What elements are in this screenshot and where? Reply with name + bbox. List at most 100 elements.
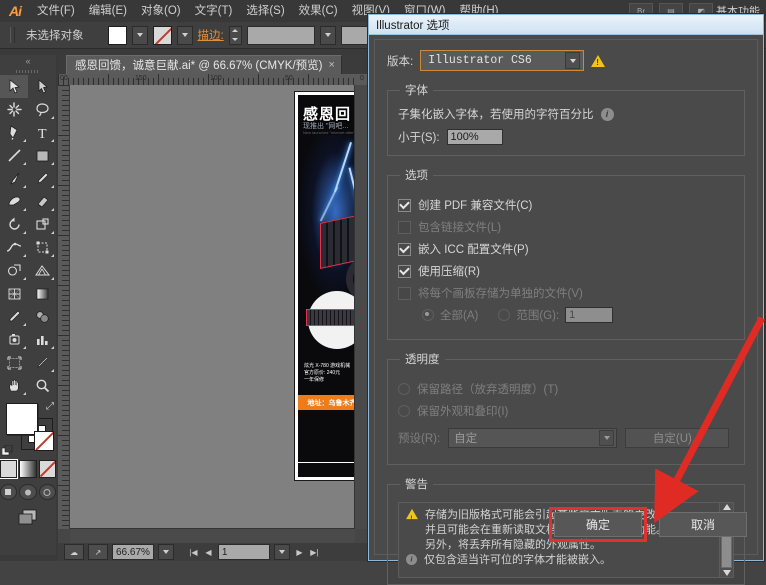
menu-type[interactable]: 文字(T) <box>188 0 240 22</box>
free-transform-tool[interactable] <box>28 236 56 259</box>
option-create-pdf-compatible-label: 创建 PDF 兼容文件(C) <box>418 200 533 212</box>
swap-fill-stroke-icon[interactable]: ⤢ <box>46 401 54 412</box>
artboard-tool[interactable] <box>0 351 28 374</box>
drawing-mode-normal-icon[interactable] <box>0 484 18 500</box>
last-artboard-button[interactable]: ▶| <box>309 545 320 559</box>
magic-wand-tool[interactable] <box>0 98 28 121</box>
direct-selection-tool[interactable] <box>28 75 56 98</box>
cloud-sync-icon[interactable]: ☁ <box>64 544 84 560</box>
option-use-compression-row[interactable]: 使用压缩(R) <box>398 263 734 279</box>
stroke-color-swatch[interactable] <box>152 25 172 45</box>
control-bar-grip[interactable] <box>10 27 15 43</box>
mesh-tool[interactable] <box>0 282 28 305</box>
menu-edit[interactable]: 编辑(E) <box>82 0 134 22</box>
cancel-button[interactable]: 取消 <box>659 512 747 537</box>
width-tool[interactable] <box>0 236 28 259</box>
stroke-dropdown-icon[interactable] <box>176 25 193 45</box>
vertical-ruler[interactable] <box>58 85 70 529</box>
eraser-tool[interactable] <box>28 190 56 213</box>
zoom-dropdown-icon[interactable] <box>157 544 174 560</box>
blob-brush-tool[interactable] <box>0 190 28 213</box>
fill-dropdown-icon[interactable] <box>131 25 148 45</box>
share-icon[interactable]: ↗ <box>88 544 108 560</box>
stroke-weight-dropdown-icon[interactable] <box>319 25 336 45</box>
rotate-tool[interactable] <box>0 213 28 236</box>
document-tab-row: 感恩回馈，诚意巨献.ai* @ 66.67% (CMYK/预览) × <box>58 55 368 74</box>
type-tool[interactable]: T <box>28 121 56 144</box>
blend-tool[interactable] <box>28 305 56 328</box>
gradient-fill-button[interactable] <box>19 460 37 478</box>
canvas-area[interactable]: 感恩回 现推出 "网吧... New launched "Internet af… <box>70 85 355 529</box>
zoom-tool[interactable] <box>28 374 56 397</box>
canvas-horizontal-scrollbar[interactable] <box>70 528 355 543</box>
option-embed-icc-row[interactable]: 嵌入 ICC 配置文件(P) <box>398 241 734 257</box>
pencil-tool[interactable] <box>28 167 56 190</box>
drawing-mode-behind-icon[interactable] <box>19 484 37 500</box>
pen-tool[interactable] <box>0 121 28 144</box>
screen-mode-button[interactable] <box>0 508 56 526</box>
default-fill-stroke-icon[interactable] <box>1 444 14 457</box>
scroll-down-icon[interactable] <box>722 570 731 576</box>
option-create-pdf-compatible-checkbox[interactable] <box>398 198 411 212</box>
font-subset-description: 子集化嵌入字体，若使用的字符百分比 <box>398 109 594 121</box>
none-color-icon[interactable] <box>34 431 54 451</box>
stroke-weight-stepper[interactable] <box>228 25 242 45</box>
menu-object[interactable]: 对象(O) <box>134 0 188 22</box>
menu-select[interactable]: 选择(S) <box>239 0 291 22</box>
radio-preserve-appearance <box>398 405 410 417</box>
font-threshold-input[interactable]: 100% <box>446 129 503 145</box>
preset-label: 预设(R): <box>398 433 441 445</box>
radio-preserve-appearance-label: 保留外观和叠印(I) <box>417 406 509 418</box>
canvas-vertical-scrollbar[interactable] <box>354 85 368 529</box>
radio-artboard-range-label: 范围(G): <box>516 310 560 322</box>
color-fill-button[interactable] <box>0 459 19 479</box>
prev-artboard-button[interactable]: ◀ <box>203 545 214 559</box>
eyedropper-tool[interactable] <box>0 305 28 328</box>
version-select[interactable]: Illustrator CS6 <box>420 50 585 71</box>
artboard[interactable]: 感恩回 现推出 "网吧... New launched "Internet af… <box>294 91 355 481</box>
scale-tool[interactable] <box>28 213 56 236</box>
toolbox-drag-handle[interactable] <box>0 67 56 75</box>
line-segment-tool[interactable] <box>0 144 28 167</box>
radio-all-artboards-label: 全部(A) <box>440 310 479 322</box>
first-artboard-button[interactable]: |◀ <box>188 545 199 559</box>
artboard-dropdown-icon[interactable] <box>273 544 290 560</box>
option-create-pdf-compatible-row[interactable]: 创建 PDF 兼容文件(C) <box>398 197 734 213</box>
shape-builder-tool[interactable] <box>0 259 28 282</box>
symbol-sprayer-tool[interactable] <box>0 328 28 351</box>
ok-button[interactable]: 确定 <box>554 512 642 537</box>
dialog-button-row: 确定 取消 <box>549 507 747 542</box>
close-icon[interactable]: × <box>328 59 334 71</box>
document-tab[interactable]: 感恩回馈，诚意巨献.ai* @ 66.67% (CMYK/预览) × <box>66 55 342 74</box>
chevron-down-icon[interactable] <box>565 52 581 69</box>
stroke-weight-label[interactable]: 描边: <box>198 27 224 43</box>
paintbrush-tool[interactable] <box>0 167 28 190</box>
drawing-mode-inside-icon[interactable] <box>38 484 56 500</box>
info-circle-icon[interactable]: i <box>600 107 614 121</box>
poster-product-text: 炫光 X-780 游戏机械 官方原价: 240元 一年保修 <box>304 363 351 383</box>
lasso-tool[interactable] <box>28 98 56 121</box>
options-group: 选项 创建 PDF 兼容文件(C) 包含链接文件(L) 嵌入 ICC 配置文件(… <box>387 167 745 340</box>
option-embed-icc-checkbox[interactable] <box>398 242 411 256</box>
selection-tool[interactable] <box>0 75 28 98</box>
stroke-weight-input[interactable] <box>246 25 315 45</box>
fill-color-swatch[interactable] <box>107 25 127 45</box>
transparency-group-legend: 透明度 <box>405 354 440 366</box>
dialog-title-bar[interactable]: Illustrator 选项 <box>369 15 763 35</box>
option-use-compression-checkbox[interactable] <box>398 264 411 278</box>
menu-effect[interactable]: 效果(C) <box>292 0 345 22</box>
slice-tool[interactable] <box>28 351 56 374</box>
toolbox-collapse-icon[interactable]: « <box>0 55 56 67</box>
rectangle-tool[interactable] <box>28 144 56 167</box>
gradient-tool[interactable] <box>28 282 56 305</box>
perspective-grid-tool[interactable] <box>28 259 56 282</box>
none-fill-button[interactable] <box>38 460 56 478</box>
document-tab-label: 感恩回馈，诚意巨献.ai* @ 66.67% (CMYK/预览) <box>75 60 323 72</box>
menu-file[interactable]: 文件(F) <box>30 0 82 22</box>
next-artboard-button[interactable]: ▶ <box>294 545 305 559</box>
hand-tool[interactable] <box>0 374 28 397</box>
artboard-number-input[interactable]: 1 <box>217 544 270 560</box>
zoom-level-input[interactable]: 66.67% <box>112 544 154 560</box>
column-graph-tool[interactable] <box>28 328 56 351</box>
artboard-range-input: 1 <box>565 307 614 323</box>
